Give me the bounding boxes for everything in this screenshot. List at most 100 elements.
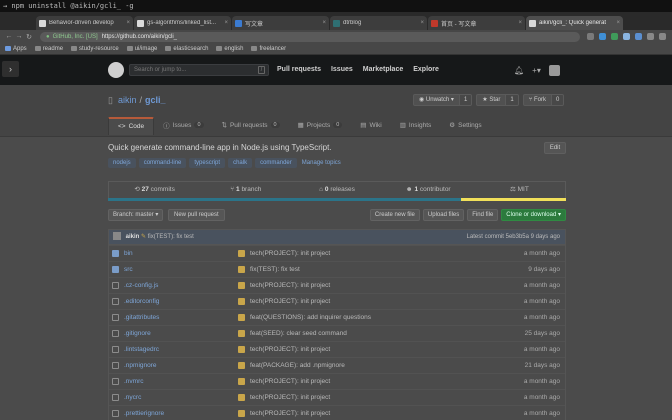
file-name-link[interactable]: src — [124, 262, 133, 277]
create-new-file-button[interactable]: Create new file — [369, 209, 420, 221]
file-name-link[interactable]: .editorconfig — [124, 294, 159, 309]
avatar[interactable] — [113, 232, 121, 241]
close-icon[interactable]: × — [420, 20, 424, 26]
close-icon[interactable]: × — [322, 20, 326, 26]
fork-button[interactable]: ⑂ Fork 0 — [522, 94, 565, 106]
language-bar[interactable] — [108, 198, 566, 201]
bookmark-item[interactable]: readme — [34, 46, 63, 52]
browser-tab[interactable]: dtrblog × — [330, 16, 427, 30]
branch-select-button[interactable]: Branch: master ▾ — [108, 209, 164, 221]
tab-wiki[interactable]: ▤ Wiki — [351, 117, 390, 135]
github-logo-icon[interactable] — [108, 62, 124, 78]
avatar[interactable] — [548, 65, 560, 76]
browser-tab[interactable]: 首页 - 写文章 × — [428, 16, 525, 30]
summary-commits[interactable]: ⟲ 27 commits — [109, 182, 200, 198]
topic-tag[interactable]: commander — [255, 158, 297, 168]
tab-projects[interactable]: ▦ Projects 0 — [289, 117, 352, 135]
sidebar-toggle-icon[interactable]: › — [2, 61, 19, 77]
github-nav-issues[interactable]: Issues — [331, 66, 353, 73]
bookmark-item[interactable]: freelancer — [251, 46, 286, 52]
extension-icon[interactable] — [635, 33, 642, 40]
commit-message-link[interactable]: tech(PROJECT): init project — [250, 278, 330, 293]
bell-icon[interactable]: 🔔︎ — [514, 66, 524, 75]
star-button[interactable]: ★ Star 1 — [476, 94, 519, 106]
file-name-link[interactable]: .gitignore — [124, 326, 151, 341]
extension-icon[interactable] — [611, 33, 618, 40]
address-bar[interactable]: ● GitHub, Inc. [US] https://github.com/a… — [40, 31, 580, 42]
github-nav-marketplace[interactable]: Marketplace — [363, 66, 403, 73]
browser-tab[interactable]: 写文章 × — [232, 16, 329, 30]
menu-icon[interactable] — [659, 33, 666, 40]
commit-message-link[interactable]: tech(PROJECT): init project — [250, 342, 330, 357]
topic-tag[interactable]: command-line — [138, 158, 187, 168]
commit-author[interactable]: aikin — [126, 234, 140, 240]
back-icon[interactable]: ← — [4, 33, 14, 40]
extension-icon[interactable] — [623, 33, 630, 40]
commit-message-link[interactable]: feat(QUESTIONS): add inquirer questions — [250, 310, 371, 325]
tab-settings[interactable]: ⚙ Settings — [440, 117, 490, 135]
bookmark-item[interactable]: ui/image — [126, 46, 157, 52]
plus-icon[interactable]: +▾ — [532, 66, 541, 75]
commit-message-link[interactable]: tech(PROJECT): init project — [250, 406, 330, 420]
commit-message-link[interactable]: fix(TEST): fix test — [250, 262, 300, 277]
fork-count[interactable]: 0 — [550, 95, 564, 105]
find-file-button[interactable]: Find file — [467, 209, 499, 221]
file-name-link[interactable]: .gitattributes — [124, 310, 159, 325]
file-name-link[interactable]: .nycrc — [124, 390, 141, 405]
tab-insights[interactable]: ▥ Insights — [391, 117, 441, 135]
star-bookmark-icon[interactable] — [587, 33, 594, 40]
repo-name-link[interactable]: gcli_ — [145, 95, 166, 106]
browser-tab[interactable]: aikin/gcli_: Quick generat × — [526, 16, 623, 30]
bookmark-item[interactable]: study-resource — [71, 46, 119, 52]
topic-tag[interactable]: chalk — [228, 158, 253, 168]
commit-message-link[interactable]: feat(SEED): clear seed command — [250, 326, 347, 341]
summary-contributor[interactable]: ☻ 1 contributor — [383, 182, 474, 198]
file-name-link[interactable]: .prettierignore — [124, 406, 164, 420]
star-count[interactable]: 1 — [505, 95, 518, 105]
unwatch-button[interactable]: ◉ Unwatch ▾ 1 — [413, 94, 473, 106]
close-icon[interactable]: × — [126, 20, 130, 26]
commit-message-link[interactable]: tech(PROJECT): init project — [250, 390, 330, 405]
bookmark-item[interactable]: Apps — [5, 46, 27, 52]
topic-tag[interactable]: typescript — [189, 158, 226, 168]
close-icon[interactable]: × — [224, 20, 228, 26]
file-name-link[interactable]: .lintstagedrc — [124, 342, 159, 357]
commit-message[interactable]: fix(TEST): fix test — [148, 234, 194, 240]
github-nav-explore[interactable]: Explore — [413, 66, 439, 73]
commit-message-link[interactable]: tech(PROJECT): init project — [250, 246, 330, 261]
manage-topics-link[interactable]: Manage topics — [300, 158, 343, 168]
close-icon[interactable]: × — [518, 20, 522, 26]
github-nav-pull-requests[interactable]: Pull requests — [277, 66, 321, 73]
clone-download-button[interactable]: Clone or download ▾ — [501, 209, 566, 221]
github-search-input[interactable]: Search or jump to... / — [129, 64, 269, 76]
edit-button[interactable]: Edit — [544, 142, 566, 154]
bookmark-item[interactable]: english — [216, 46, 243, 52]
close-icon[interactable]: × — [616, 20, 620, 26]
upload-files-button[interactable]: Upload files — [422, 209, 465, 221]
file-name-link[interactable]: .nvmrc — [124, 374, 144, 389]
new-pull-request-button[interactable]: New pull request — [168, 209, 225, 221]
tab-code[interactable]: <> Code — [108, 117, 155, 135]
forward-icon[interactable]: → — [14, 33, 24, 40]
watch-count[interactable]: 1 — [458, 95, 472, 105]
extension-icon[interactable] — [647, 33, 654, 40]
repo-owner-link[interactable]: aikin — [118, 95, 137, 106]
summary-MIT[interactable]: ⚖ MIT — [474, 182, 565, 198]
file-name-link[interactable]: bin — [124, 246, 133, 261]
file-name-link[interactable]: .npmignore — [124, 358, 157, 373]
summary-branch[interactable]: ⑂ 1 branch — [200, 182, 291, 198]
commit-message-link[interactable]: tech(PROJECT): init project — [250, 294, 330, 309]
tab-issues[interactable]: ⓘ Issues 0 — [154, 117, 212, 135]
file-name-link[interactable]: .cz-config.js — [124, 278, 158, 293]
reload-icon[interactable]: ↻ — [24, 33, 34, 41]
browser-tab[interactable]: Behavior-driven develop × — [36, 16, 133, 30]
extension-icon[interactable] — [599, 33, 606, 40]
bookmark-item[interactable]: elasticsearch — [165, 46, 208, 52]
commit-message-link[interactable]: tech(PROJECT): init project — [250, 374, 330, 389]
commit-message-link[interactable]: feat(PACKAGE): add .npmignore — [250, 358, 345, 373]
browser-tab[interactable]: gs-algorithms/linked_list... × — [134, 16, 231, 30]
summary-releases[interactable]: ⌂ 0 releases — [291, 182, 382, 198]
topic-tag[interactable]: nodejs — [108, 158, 136, 168]
table-row: .gitignore feat(SEED): clear seed command… — [109, 325, 565, 341]
tab-pull-requests[interactable]: ⇅ Pull requests 0 — [213, 117, 289, 135]
